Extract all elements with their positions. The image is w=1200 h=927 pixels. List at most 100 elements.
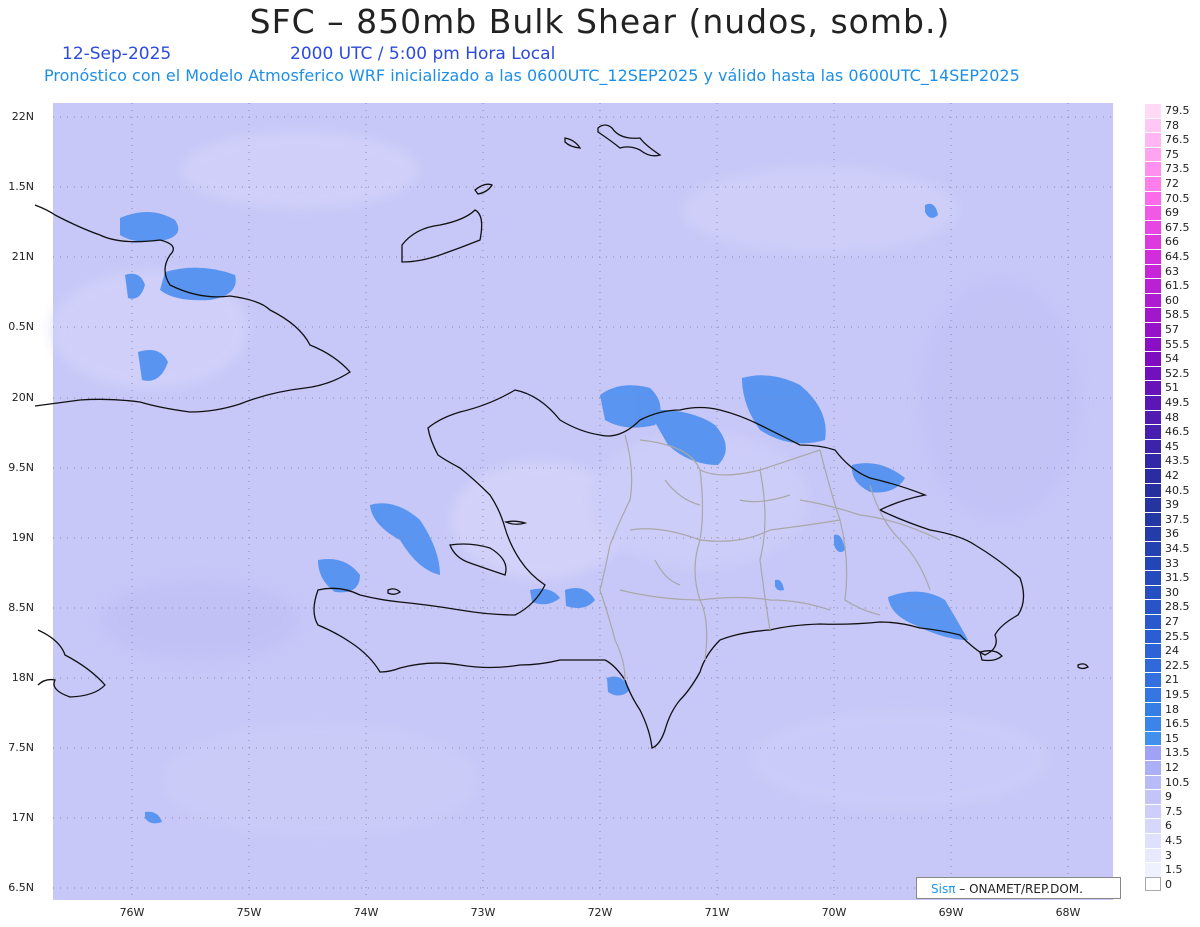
colorbar-segment [1145, 833, 1161, 848]
colorbar-label: 42 [1165, 469, 1179, 482]
colorbar-label: 25.5 [1165, 629, 1190, 643]
colorbar-segment [1145, 789, 1161, 804]
colorbar-segment [1145, 716, 1161, 731]
colorbar-label: 19.5 [1165, 688, 1190, 701]
colorbar-label: 6 [1165, 819, 1172, 833]
colorbar-segment [1145, 190, 1161, 206]
colorbar-label: 64.5 [1165, 250, 1190, 263]
colorbar-label: 52.5 [1165, 366, 1190, 380]
lon-label: 69W [938, 906, 964, 919]
lon-label: 75W [236, 906, 262, 919]
colorbar-label: 1.5 [1165, 863, 1183, 877]
colorbar-label: 0 [1165, 877, 1172, 891]
colorbar-label: 4.5 [1165, 834, 1183, 847]
colorbar-segment [1145, 132, 1161, 147]
colorbar-label: 55.5 [1165, 337, 1190, 351]
lat-label: 17N [11, 811, 34, 824]
colorbar-segment [1145, 292, 1161, 308]
lon-label: 71W [704, 906, 730, 919]
colorbar-segment [1145, 497, 1161, 512]
colorbar-segment [1145, 468, 1161, 483]
colorbar-segment [1145, 526, 1161, 541]
colorbar-label: 24 [1165, 644, 1179, 658]
lat-label: 7.5N [8, 741, 34, 754]
lon-label: 76W [119, 906, 145, 919]
colorbar-label: 9 [1165, 790, 1172, 804]
colorbar-label: 40.5 [1165, 483, 1190, 497]
colorbar-segment [1145, 438, 1161, 454]
colorbar-segment [1145, 161, 1161, 176]
colorbar-label: 15 [1165, 731, 1179, 745]
lat-label: 9.5N [8, 461, 34, 474]
colorbar-label: 78 [1165, 118, 1179, 132]
colorbar-label: 69 [1165, 206, 1179, 220]
colorbar-segment [1145, 760, 1161, 775]
colorbar-label: 58.5 [1165, 308, 1190, 322]
lat-label: 6.5N [8, 881, 34, 894]
colorbar-segment [1145, 322, 1161, 337]
colorbar-segment [1145, 599, 1161, 614]
colorbar-label: 46.5 [1165, 425, 1190, 439]
colorbar-label: 54 [1165, 352, 1179, 366]
lat-label: 21N [11, 250, 34, 263]
colorbar-segment [1145, 219, 1161, 235]
organization-text: – ONAMET/REP.DOM. [959, 882, 1083, 896]
colorbar-segment [1145, 570, 1161, 585]
colorbar-label: 21 [1165, 673, 1179, 687]
colorbar-segment [1145, 409, 1161, 425]
colorbar-segment [1145, 847, 1161, 863]
sis-logo-text: Sisπ [931, 882, 956, 896]
colorbar-label: 12 [1165, 761, 1179, 774]
lon-label: 72W [587, 906, 613, 919]
colorbar-segment [1145, 687, 1161, 702]
colorbar-label: 16.5 [1165, 717, 1190, 731]
colorbar-segment [1145, 774, 1161, 790]
colorbar-segment [1145, 453, 1161, 468]
colorbar-label: 45 [1165, 439, 1179, 453]
colorbar-label: 48 [1165, 410, 1179, 424]
colorbar-segment [1145, 176, 1161, 191]
colorbar-label: 33 [1165, 556, 1179, 570]
colorbar-label: 3 [1165, 848, 1172, 862]
colorbar-label: 75 [1165, 147, 1179, 161]
lat-label: 1.5N [8, 180, 34, 193]
colorbar-label: 60 [1165, 293, 1179, 307]
colorbar-label: 28.5 [1165, 600, 1190, 614]
lat-label: 20N [11, 391, 34, 404]
colorbar-label: 49.5 [1165, 396, 1190, 409]
colorbar-segment [1145, 818, 1161, 833]
colorbar-segment [1145, 380, 1161, 395]
lat-label: 8.5N [8, 601, 34, 614]
colorbar-segment [1145, 205, 1161, 220]
colorbar-segment [1145, 146, 1161, 162]
colorbar-segment [1145, 263, 1161, 279]
colorbar-segment [1145, 657, 1161, 673]
colorbar-segment [1145, 803, 1161, 819]
colorbar-segment [1145, 395, 1161, 410]
colorbar-label: 79.5 [1165, 104, 1190, 117]
colorbar-label: 10.5 [1165, 775, 1190, 789]
colorbar-label: 66 [1165, 235, 1179, 249]
colorbar-segment [1145, 672, 1161, 687]
lon-label: 68W [1055, 906, 1081, 919]
credit-box: Sisπ – ONAMET/REP.DOM. [916, 877, 1121, 899]
colorbar-segment [1145, 482, 1161, 498]
colorbar-label: 27 [1165, 615, 1179, 628]
colorbar-label: 13.5 [1165, 746, 1190, 760]
colorbar-label: 18 [1165, 702, 1179, 716]
colorbar-label: 72 [1165, 177, 1179, 190]
colorbar-segment [1145, 876, 1161, 892]
colorbar-label: 43.5 [1165, 454, 1190, 468]
colorbar-label: 73.5 [1165, 162, 1190, 176]
colorbar-label: 37.5 [1165, 512, 1190, 526]
lat-label: 18N [11, 671, 34, 684]
colorbar-segment [1145, 365, 1161, 381]
colorbar-segment [1145, 730, 1161, 746]
colorbar-label: 22.5 [1165, 658, 1190, 672]
colorbar-label: 39 [1165, 498, 1179, 512]
colorbar-segment [1145, 278, 1161, 293]
colorbar-segment [1145, 103, 1161, 118]
colorbar-label: 7.5 [1165, 804, 1183, 818]
lon-label: 74W [353, 906, 379, 919]
lat-label: 0.5N [8, 320, 34, 333]
